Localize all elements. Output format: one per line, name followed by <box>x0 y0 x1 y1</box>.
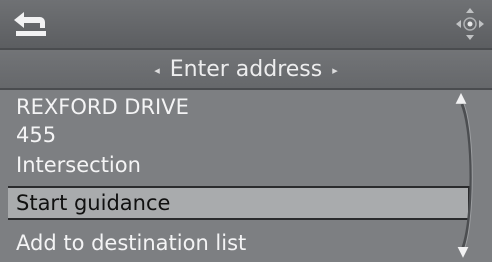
list-item-house-number[interactable]: 455 <box>8 120 470 150</box>
list-item-intersection[interactable]: Intersection <box>8 150 470 180</box>
title-bar: ◂ Enter address ▸ <box>0 50 492 90</box>
destination-options-list: REXFORD DRIVE 455 Intersection Start gui… <box>8 92 470 262</box>
back-arrow-icon[interactable] <box>12 8 52 38</box>
list-item-street[interactable]: REXFORD DRIVE <box>8 92 470 122</box>
list-item-add-destination[interactable]: Add to destination list <box>8 228 470 258</box>
left-arrow-icon[interactable]: ◂ <box>154 64 160 77</box>
scrollbar[interactable]: ▲ ▼ <box>448 90 478 262</box>
right-arrow-icon[interactable]: ▸ <box>332 64 338 77</box>
navigation-screen: ◂ Enter address ▸ REXFORD DRIVE 455 Inte… <box>0 0 492 262</box>
scroll-up-icon[interactable]: ▲ <box>452 90 470 106</box>
page-title: Enter address <box>169 56 323 82</box>
top-bar <box>0 0 492 50</box>
controller-dial-icon <box>456 8 484 40</box>
scroll-down-icon[interactable]: ▼ <box>454 244 472 260</box>
scroll-rail <box>460 103 473 251</box>
list-item-start-guidance[interactable]: Start guidance <box>8 186 470 220</box>
